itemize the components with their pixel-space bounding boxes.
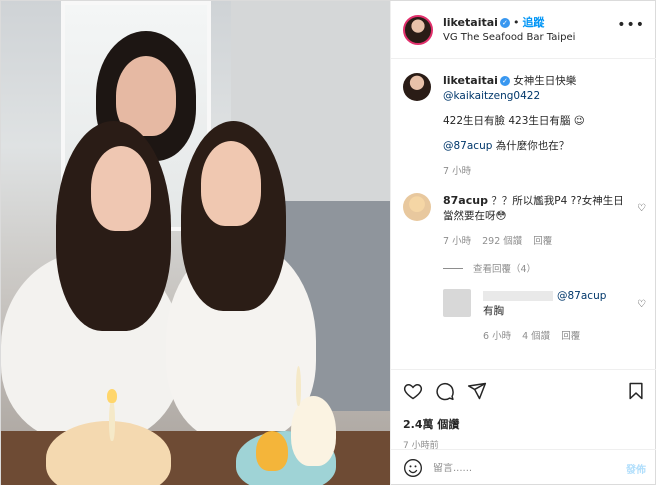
reply-text: 有胸 xyxy=(483,305,504,317)
separator-dot: • xyxy=(512,15,520,29)
post-header: liketaitai ✓ • 追蹤 VG The Seafood Bar Taipei… xyxy=(391,1,656,59)
avatar[interactable] xyxy=(403,73,431,101)
comment-input[interactable] xyxy=(433,462,626,474)
verified-icon: ✓ xyxy=(499,76,510,86)
avatar[interactable] xyxy=(403,193,431,221)
candle xyxy=(296,366,301,406)
emoji-icon[interactable] xyxy=(403,458,423,478)
location-link[interactable]: VG The Seafood Bar Taipei xyxy=(443,30,575,45)
bookmark-icon[interactable] xyxy=(626,381,646,401)
candle xyxy=(109,399,115,441)
comments-area[interactable]: liketaitai ✓ 女神生日快樂 @kaikaitzeng0422 422生… xyxy=(391,59,656,369)
add-comment-bar: 發佈 xyxy=(391,449,656,485)
post-side-panel: liketaitai ✓ • 追蹤 VG The Seafood Bar Taipei… xyxy=(390,1,656,485)
caption-text: 為什麼你也在？ xyxy=(495,140,570,152)
bear-figure xyxy=(256,431,288,471)
reply-button[interactable]: 回覆 xyxy=(561,331,580,342)
more-horizontal-icon[interactable]: ••• xyxy=(617,17,645,33)
comment-body: 87acup ？？所以尷我P4 ??女神生日當然要在呀😳 7 小時 292 個讚… xyxy=(443,193,646,249)
caption-username[interactable]: liketaitai xyxy=(443,74,498,87)
post-photo[interactable] xyxy=(1,1,390,485)
comment-meta: 7 小時 292 個讚 回覆 xyxy=(443,234,630,249)
post-comment-button[interactable]: 發佈 xyxy=(626,461,646,476)
reply-body: @87acup 有胸 6 小時 4 個讚 回覆 xyxy=(483,289,646,344)
caption: liketaitai ✓ 女神生日快樂 @kaikaitzeng0422 422生… xyxy=(403,73,646,179)
instagram-post: liketaitai ✓ • 追蹤 VG The Seafood Bar Taipei… xyxy=(0,0,656,485)
likes-suffix: 個讚 xyxy=(437,418,460,431)
caption-mention[interactable]: @87acup xyxy=(443,140,492,152)
reply-mention[interactable]: @87acup xyxy=(557,290,606,302)
avatar[interactable] xyxy=(443,289,471,317)
follow-button[interactable]: 追蹤 xyxy=(522,16,544,29)
like-heart-icon[interactable] xyxy=(403,381,423,401)
caption-time: 7 小時 xyxy=(443,166,472,177)
comment-icon[interactable] xyxy=(435,381,455,401)
caption-text: 女神生日快樂 xyxy=(513,75,577,87)
view-replies-label: 查看回覆（4） xyxy=(473,264,537,275)
view-replies-button[interactable]: 查看回覆（4） xyxy=(443,261,646,275)
likes-number: 2.4萬 xyxy=(403,418,434,431)
caption-mention[interactable]: @kaikaitzeng0422 xyxy=(443,89,646,104)
reply-likes[interactable]: 4 個讚 xyxy=(522,331,550,342)
person-face xyxy=(201,141,261,226)
comment-time: 7 小時 xyxy=(443,236,472,247)
hidden-username xyxy=(483,291,553,301)
comment-likes[interactable]: 292 個讚 xyxy=(482,236,522,247)
verified-icon: ✓ xyxy=(499,17,510,28)
share-icon[interactable] xyxy=(467,381,487,401)
candle-flame xyxy=(107,389,117,403)
heart-icon[interactable]: ♡ xyxy=(637,203,646,214)
bunny-figure xyxy=(291,396,336,466)
caption-line: @87acup 為什麼你也在？ xyxy=(443,139,646,154)
comment-username[interactable]: 87acup xyxy=(443,194,488,207)
reply-time: 6 小時 xyxy=(483,331,512,342)
avatar[interactable] xyxy=(403,14,433,45)
header-info: liketaitai ✓ • 追蹤 VG The Seafood Bar Taipei xyxy=(443,15,575,45)
action-bar: 2.4萬 個讚 7 小時前 xyxy=(391,369,656,451)
caption-text: 422生日有臉 423生日有腦 😉 xyxy=(443,115,585,127)
divider xyxy=(443,267,463,269)
reply-meta: 6 小時 4 個讚 回覆 xyxy=(483,329,630,344)
action-icons xyxy=(403,380,646,402)
comment: 87acup ？？所以尷我P4 ??女神生日當然要在呀😳 7 小時 292 個讚… xyxy=(403,193,646,249)
person-face xyxy=(91,146,151,231)
heart-icon[interactable]: ♡ xyxy=(637,299,646,310)
header-username[interactable]: liketaitai xyxy=(443,16,498,29)
caption-body: liketaitai ✓ 女神生日快樂 @kaikaitzeng0422 422生… xyxy=(443,73,646,179)
reply-button[interactable]: 回覆 xyxy=(533,236,552,247)
reply-comment: @87acup 有胸 6 小時 4 個讚 回覆 ♡ xyxy=(443,289,646,344)
likes-count[interactable]: 2.4萬 個讚 xyxy=(403,416,646,432)
